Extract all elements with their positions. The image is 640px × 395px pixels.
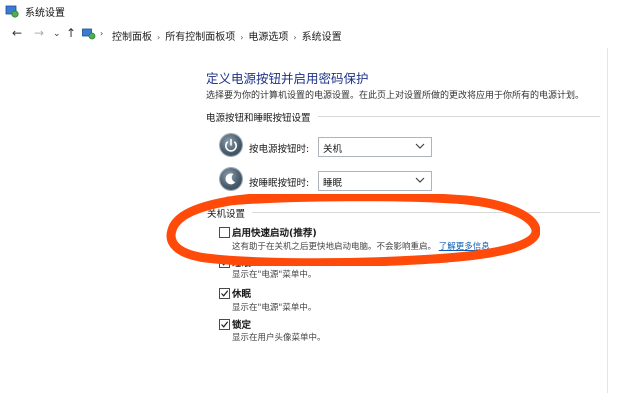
control-panel-icon xyxy=(5,5,19,18)
sleep-button-action-select[interactable]: 睡眠 xyxy=(318,171,432,191)
title-bar: 系统设置 xyxy=(0,0,640,22)
chevron-down-icon xyxy=(415,177,425,183)
selected-value: 睡眠 xyxy=(323,178,343,189)
hibernate-checkbox[interactable] xyxy=(219,288,230,299)
address-field[interactable]: › 控制面板 › 所有控制面板项 › 电源选项 › 系统设置 xyxy=(78,25,630,43)
breadcrumb-item[interactable]: 系统设置 xyxy=(302,28,342,43)
lock-option-label[interactable]: 锁定 xyxy=(232,317,251,331)
checkmark-icon xyxy=(221,290,229,297)
recent-locations-icon[interactable]: ⌄ xyxy=(53,28,61,40)
checkmark-icon xyxy=(221,321,229,328)
chevron-right-icon: › xyxy=(157,33,161,42)
breadcrumb-item[interactable]: 控制面板 xyxy=(112,28,152,43)
power-button-action-select[interactable]: 关机 xyxy=(318,137,432,157)
section-divider xyxy=(318,116,600,117)
page-title: 定义电源按钮并启用密码保护 xyxy=(206,71,369,86)
page-description: 选择要为你的计算机设置的电源设置。在此页上对设置所做的更改将应用于你所有的电源计… xyxy=(206,91,585,101)
chevron-down-icon xyxy=(415,143,425,149)
scrollbar-track[interactable] xyxy=(607,48,608,393)
back-arrow-icon[interactable]: ← xyxy=(12,27,22,39)
power-button-icon xyxy=(220,134,242,156)
lock-checkbox[interactable] xyxy=(219,319,230,330)
power-button-label: 按电源按钮时: xyxy=(249,144,310,155)
window-title: 系统设置 xyxy=(25,8,65,19)
chevron-right-icon: › xyxy=(293,33,297,42)
control-panel-icon xyxy=(82,28,96,40)
forward-arrow-icon[interactable]: → xyxy=(34,27,44,39)
address-bar: ← → ⌄ ↑ › 控制面板 › 所有控制面板项 › 电源选项 › 系统设置 xyxy=(0,22,640,46)
selected-value: 关机 xyxy=(323,144,343,155)
sleep-button-icon xyxy=(220,168,242,190)
section-title-power-buttons: 电源按钮和睡眠按钮设置 xyxy=(206,113,311,124)
highlight-annotation xyxy=(166,194,540,266)
lock-option-description: 显示在用户头像菜单中。 xyxy=(232,333,326,343)
sleep-option-description: 显示在"电源"菜单中。 xyxy=(232,270,317,280)
hibernate-option-label[interactable]: 休眠 xyxy=(232,286,251,300)
up-arrow-icon[interactable]: ↑ xyxy=(66,27,76,39)
chevron-right-icon: › xyxy=(240,33,244,42)
breadcrumb-item[interactable]: 电源选项 xyxy=(248,28,288,43)
hibernate-option-description: 显示在"电源"菜单中。 xyxy=(232,303,317,313)
breadcrumb: 控制面板 › 所有控制面板项 › 电源选项 › 系统设置 xyxy=(112,28,342,43)
breadcrumb-item[interactable]: 所有控制面板项 xyxy=(165,28,235,43)
sleep-button-label: 按睡眠按钮时: xyxy=(249,178,310,189)
chevron-right-icon: › xyxy=(100,29,104,38)
